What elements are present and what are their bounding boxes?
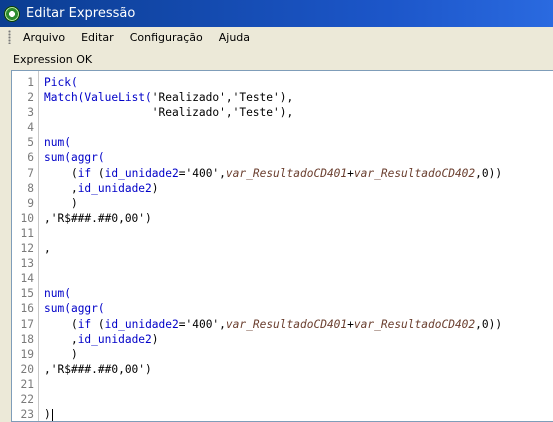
line-number: 3 [27,106,34,120]
code-text: ,id_unidade2) [44,181,159,196]
code-keyword: Match( [44,91,85,105]
line-number: 6 [27,151,34,165]
code-token: ,'R$###.##0,00') [44,362,152,376]
title-bar[interactable]: Editar Expressão [0,0,553,27]
line-number: 12 [20,242,34,256]
code-token: ) [44,347,78,361]
code-token: ,0)) [475,166,503,180]
code-text: num( [44,135,71,150]
code-token: ) [151,332,159,346]
code-token: 'Realizado','Teste'), [44,106,294,120]
code-token: ( [44,317,78,331]
code-keyword: ValueList( [84,91,152,105]
code-text: 'Realizado','Teste'), [44,105,293,120]
menu-configuracao[interactable]: Configuração [122,31,211,44]
code-keyword: id_unidade2 [104,166,179,180]
code-variable: var_ResultadoCD402 [353,166,476,180]
code-text: ,'R$###.##0,00') [44,362,152,377]
code-token: ,0)) [475,317,503,331]
code-text: ) [44,196,78,211]
code-token: , [44,181,78,195]
code-token: 'Realizado','Teste'), [151,91,294,105]
code-text: sum(aggr( [44,150,105,165]
line-number: 10 [20,211,34,225]
code-token: + [347,317,354,331]
code-variable: var_ResultadoCD401 [225,317,348,331]
code-token: ( [91,317,105,331]
toolbar-grip[interactable] [8,30,11,44]
line-number: 2 [27,91,34,105]
code-token: , [44,332,78,346]
code-keyword: if [77,317,92,331]
code-keyword: if [77,166,92,180]
line-number: 8 [27,181,34,195]
menu-arquivo[interactable]: Arquivo [15,31,73,44]
code-text: (if (id_unidade2='400',var_ResultadoCD40… [44,166,502,181]
code-keyword: id_unidade2 [77,181,152,195]
code-keyword: num( [44,136,71,150]
line-number: 16 [20,302,34,316]
code-text: ) [44,347,78,362]
code-text: (if (id_unidade2='400',var_ResultadoCD40… [44,317,502,332]
line-number: 22 [20,392,34,406]
code-token: ) [151,181,159,195]
line-number: 5 [27,136,34,150]
code-token: ='400', [178,317,226,331]
expression-editor[interactable]: 1 Pick( 2 Match(ValueList('Realizado','Test… [11,70,553,422]
line-number: 7 [27,166,34,180]
line-number: 21 [20,377,34,391]
line-number: 15 [20,287,34,301]
line-number: 19 [20,347,34,361]
code-text: sum(aggr( [44,301,105,316]
code-text: , [44,241,51,256]
code-keyword: Pick( [44,76,78,89]
code-token: ='400', [178,166,226,180]
line-number: 14 [20,272,34,286]
code-text: ) [44,407,53,422]
line-number: 23 [20,408,34,422]
line-number: 13 [20,257,34,271]
code-text: ,'R$###.##0,00') [44,211,152,226]
code-token: , [44,242,51,256]
line-number: 11 [20,226,34,240]
window-title: Editar Expressão [26,6,136,21]
code-text: ,id_unidade2) [44,332,159,347]
menu-editar[interactable]: Editar [73,31,122,44]
code-keyword: sum( [44,151,71,165]
line-number: 4 [27,121,34,135]
menu-ajuda[interactable]: Ajuda [211,31,258,44]
code-token: ,'R$###.##0,00') [44,211,152,225]
code-variable: var_ResultadoCD402 [353,317,476,331]
code-text: Pick( [44,75,78,90]
code-token: ) [44,408,51,422]
line-number: 17 [20,317,34,331]
code-token: ( [44,166,78,180]
line-number: 18 [20,332,34,346]
code-keyword: sum( [44,302,71,316]
code-token: ( [91,166,105,180]
menu-bar: Arquivo Editar Configuração Ajuda [0,27,553,47]
code-keyword: id_unidade2 [104,317,179,331]
text-cursor [51,409,53,421]
code-text: Match(ValueList('Realizado','Teste'), [44,90,293,105]
expression-status: Expression OK [13,53,93,66]
code-keyword: num( [44,287,71,301]
code-variable: var_ResultadoCD401 [225,166,348,180]
app-icon [4,5,20,22]
code-token: ) [44,196,78,210]
code-text: num( [44,286,71,301]
code-token: + [347,166,354,180]
line-number: 1 [27,76,34,89]
code-keyword: id_unidade2 [77,332,152,346]
line-number: 20 [20,362,34,376]
line-number: 9 [27,196,34,210]
code-keyword: aggr( [70,151,105,165]
code-keyword: aggr( [70,302,105,316]
